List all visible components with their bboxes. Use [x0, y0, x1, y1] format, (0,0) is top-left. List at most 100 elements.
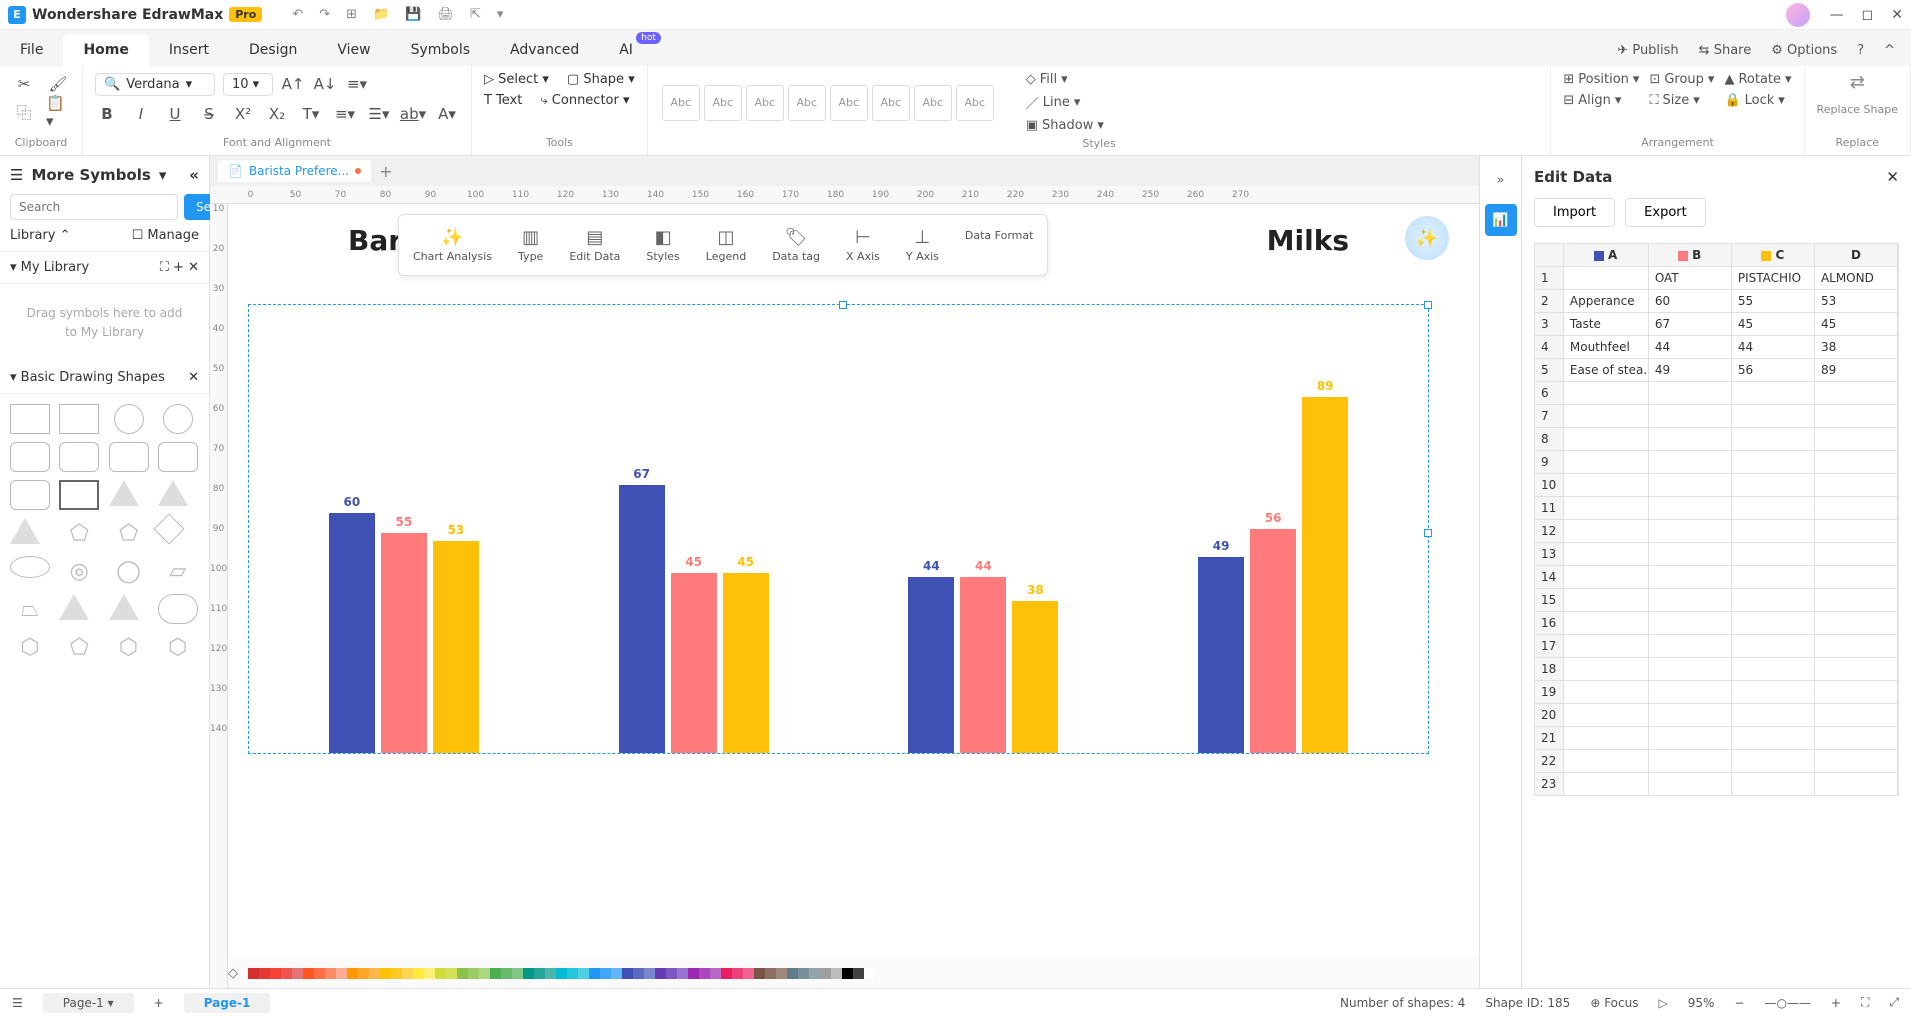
chart-tool-1[interactable]: ▥Type: [508, 223, 553, 267]
tab-view[interactable]: View: [317, 34, 390, 66]
symbol-search-input[interactable]: [10, 194, 178, 220]
color-swatch[interactable]: [710, 968, 721, 979]
close-shapes-icon[interactable]: ✕: [188, 370, 199, 385]
more-symbols-title[interactable]: More Symbols: [31, 166, 150, 184]
new-icon[interactable]: ⊞: [346, 7, 357, 22]
basic-shapes-label[interactable]: ▾ Basic Drawing Shapes: [10, 370, 165, 385]
handle-tr[interactable]: [1424, 301, 1432, 309]
shape-ellipse[interactable]: [10, 556, 50, 578]
shape-rounded5[interactable]: [10, 480, 50, 510]
color-swatch[interactable]: [435, 968, 446, 979]
shape-thick[interactable]: [59, 480, 99, 510]
color-swatch[interactable]: [457, 968, 468, 979]
add-page-icon[interactable]: +: [154, 996, 164, 1010]
close-lib-icon[interactable]: ✕: [188, 260, 199, 275]
chart-tool-7[interactable]: ⊥Y Axis: [896, 223, 949, 267]
color-swatch[interactable]: [468, 968, 479, 979]
cut-icon[interactable]: ✂: [12, 72, 36, 96]
tab-insert[interactable]: Insert: [149, 34, 229, 66]
tab-symbols[interactable]: Symbols: [391, 34, 490, 66]
style-1[interactable]: Abc: [662, 85, 700, 121]
color-swatch[interactable]: [413, 968, 424, 979]
share-button[interactable]: ⇆ Share: [1699, 43, 1752, 58]
data-grid[interactable]: ABCD1OATPISTACHIOALMOND2Apperance6055533…: [1534, 243, 1899, 796]
shape-right-tri2[interactable]: [109, 594, 139, 620]
color-swatch[interactable]: [600, 968, 611, 979]
color-swatch[interactable]: [270, 968, 281, 979]
color-swatch[interactable]: [842, 968, 853, 979]
tab-file[interactable]: File: [0, 34, 63, 66]
select-tool[interactable]: ▷ Select ▾: [484, 72, 549, 87]
tab-ai[interactable]: AIhot: [599, 34, 653, 66]
color-swatch[interactable]: [534, 968, 545, 979]
color-swatch[interactable]: [677, 968, 688, 979]
text-color-icon[interactable]: A▾: [435, 102, 459, 126]
fit-icon[interactable]: ⛶: [1861, 995, 1869, 1010]
color-swatch[interactable]: [721, 968, 732, 979]
fullscreen-icon[interactable]: ⤢: [1889, 995, 1899, 1010]
new-tab-icon[interactable]: +: [379, 162, 392, 181]
shape-triangle[interactable]: [109, 480, 139, 506]
shape-trapezoid[interactable]: ⏢: [10, 594, 50, 624]
page-tab-1[interactable]: Page-1: [184, 993, 271, 1013]
color-swatch[interactable]: [314, 968, 325, 979]
color-swatch[interactable]: [523, 968, 534, 979]
color-swatch[interactable]: [358, 968, 369, 979]
shape-rounded[interactable]: [10, 442, 50, 472]
increase-font-icon[interactable]: A↑: [281, 72, 305, 96]
chart-tool-0[interactable]: ✨Chart Analysis: [403, 223, 502, 267]
help-icon[interactable]: ?: [1857, 43, 1864, 58]
color-swatch[interactable]: [402, 968, 413, 979]
color-swatch[interactable]: [391, 968, 402, 979]
color-swatch[interactable]: [688, 968, 699, 979]
color-swatch[interactable]: [644, 968, 655, 979]
shape-tool[interactable]: ▢ Shape ▾: [567, 72, 635, 87]
color-swatch[interactable]: [369, 968, 380, 979]
close-icon[interactable]: ✕: [1891, 7, 1903, 23]
color-swatch[interactable]: [853, 968, 864, 979]
color-swatch[interactable]: [589, 968, 600, 979]
color-swatch[interactable]: [831, 968, 842, 979]
zoom-in-icon[interactable]: +: [1831, 996, 1841, 1010]
tab-design[interactable]: Design: [229, 34, 317, 66]
font-select[interactable]: 🔍 Verdana ▾: [95, 73, 215, 96]
shadow-button[interactable]: ▣ Shadow ▾: [1026, 118, 1104, 133]
style-3[interactable]: Abc: [746, 85, 784, 121]
collapse-panel-icon[interactable]: «: [189, 166, 199, 184]
shape-rounded4[interactable]: [158, 442, 198, 472]
bullet-icon[interactable]: ☰▾: [367, 102, 391, 126]
color-swatch[interactable]: [754, 968, 765, 979]
color-swatch[interactable]: [666, 968, 677, 979]
shape-parallelogram[interactable]: ▱: [158, 556, 198, 586]
style-2[interactable]: Abc: [704, 85, 742, 121]
import-button[interactable]: Import: [1534, 198, 1615, 227]
panel-toggle-icon[interactable]: »: [1485, 164, 1517, 196]
fill-tool-icon[interactable]: ◇: [228, 966, 238, 981]
chart-selection[interactable]: 605553674545444438495689: [248, 304, 1429, 754]
save-icon[interactable]: 💾: [405, 7, 421, 22]
color-swatch[interactable]: [567, 968, 578, 979]
style-8[interactable]: Abc: [956, 85, 994, 121]
color-swatch[interactable]: [765, 968, 776, 979]
color-swatch[interactable]: [809, 968, 820, 979]
color-swatch[interactable]: [248, 968, 259, 979]
shape-pentagon[interactable]: ⬠: [59, 518, 99, 548]
case-icon[interactable]: T▾: [299, 102, 323, 126]
shape-hex2[interactable]: ⬠: [59, 632, 99, 662]
manage-button[interactable]: ☐ Manage: [132, 228, 199, 243]
subscript-icon[interactable]: X₂: [265, 102, 289, 126]
document-tab[interactable]: 📄Barista Prefere...: [218, 160, 371, 182]
export-button[interactable]: Export: [1625, 198, 1706, 227]
shape-ring[interactable]: ◯: [109, 556, 149, 586]
user-avatar[interactable]: [1786, 3, 1810, 27]
more-icon[interactable]: ▾: [497, 7, 504, 22]
color-swatch[interactable]: [699, 968, 710, 979]
rotate-button[interactable]: ▲ Rotate ▾: [1724, 72, 1791, 87]
line-button[interactable]: ／ Line ▾: [1026, 93, 1104, 112]
color-swatch[interactable]: [787, 968, 798, 979]
ai-assistant-icon[interactable]: ✨: [1405, 216, 1449, 260]
shape-pentagon2[interactable]: ⬠: [109, 518, 149, 548]
color-swatch[interactable]: [501, 968, 512, 979]
italic-icon[interactable]: I: [129, 102, 153, 126]
shape-circle[interactable]: [114, 404, 144, 434]
